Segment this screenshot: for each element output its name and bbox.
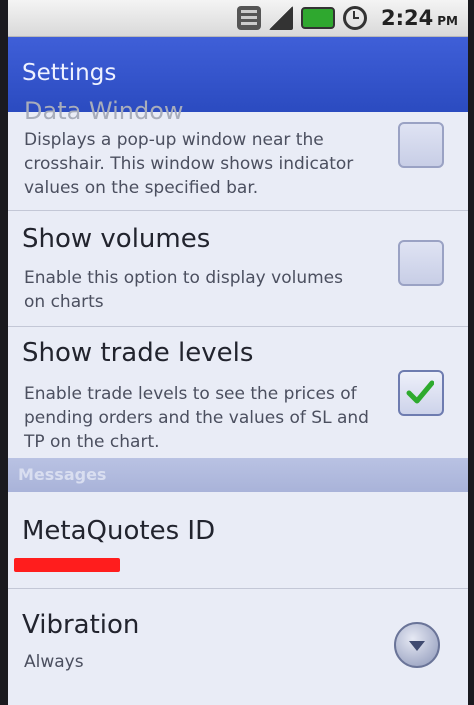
show-volumes-checkbox[interactable] xyxy=(398,240,444,286)
metaquotes-id-title: MetaQuotes ID xyxy=(22,516,216,546)
chevron-down-icon xyxy=(409,641,425,651)
show-volumes-title: Show volumes xyxy=(22,224,211,254)
divider xyxy=(8,326,468,327)
section-label: Messages xyxy=(18,465,107,484)
data-window-summary: Displays a pop-up window near the crossh… xyxy=(24,130,354,198)
signal-strength-icon xyxy=(269,6,294,30)
data-transfer-icon xyxy=(237,6,262,30)
vibration-dropdown-button[interactable] xyxy=(394,622,440,668)
data-window-checkbox[interactable] xyxy=(398,122,444,168)
alarm-clock-icon xyxy=(343,6,368,30)
show-trade-levels-checkbox[interactable] xyxy=(398,370,444,416)
device-bezel-left xyxy=(0,0,8,705)
checkmark-icon xyxy=(406,380,434,404)
battery-icon xyxy=(301,7,336,29)
red-highlight-underline xyxy=(14,558,120,572)
divider xyxy=(8,210,468,211)
messages-section-header: Messages xyxy=(8,458,468,492)
show-trade-levels-title: Show trade levels xyxy=(22,338,254,368)
data-window-title: Data Window xyxy=(24,97,184,125)
device-bezel-right xyxy=(468,0,474,705)
status-clock: 2:24 PM xyxy=(381,6,458,30)
settings-list[interactable]: Data Window Displays a pop-up window nea… xyxy=(8,97,468,705)
divider xyxy=(8,588,468,589)
vibration-title: Vibration xyxy=(22,610,140,640)
page-title: Settings xyxy=(22,60,117,86)
show-trade-levels-summary: Enable trade levels to see the prices of… xyxy=(24,384,369,452)
vibration-summary: Always xyxy=(24,652,84,672)
status-bar: 2:24 PM xyxy=(8,0,468,37)
show-volumes-summary: Enable this option to display volumes on… xyxy=(24,268,343,312)
